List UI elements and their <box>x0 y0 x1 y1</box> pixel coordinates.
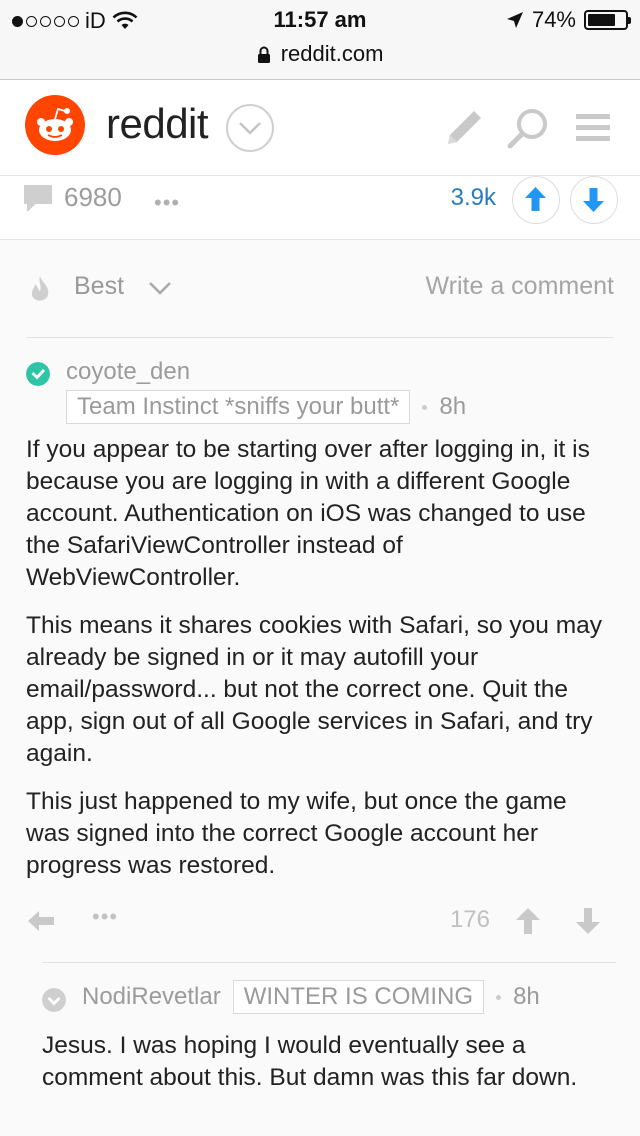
flame-icon <box>31 276 49 301</box>
site-header: reddit <box>0 80 640 176</box>
chevron-down-icon <box>239 122 261 135</box>
user-flair: WINTER IS COMING <box>232 980 485 1014</box>
upvote-button[interactable] <box>512 176 560 224</box>
comment-age: 8h <box>439 393 467 420</box>
address-bar[interactable]: reddit.com <box>0 40 640 80</box>
verified-check-icon <box>26 362 50 386</box>
status-bar: iD 11:57 am 74% <box>0 0 640 40</box>
location-arrow-icon <box>506 12 523 28</box>
upvote-arrow-icon <box>525 187 546 211</box>
downvote-arrow-icon <box>583 188 604 212</box>
chevron-down-icon[interactable] <box>146 278 174 298</box>
comment-paragraph: Jesus. I was hoping I would eventually s… <box>42 1032 578 1091</box>
separator-dot <box>496 994 502 1000</box>
separator-dot <box>422 404 428 410</box>
comment-paragraph: This means it shares cookies with Safari… <box>26 612 602 767</box>
comment-more-button[interactable]: ••• <box>92 904 118 930</box>
downvote-button[interactable] <box>570 176 618 224</box>
comment-count-button[interactable]: 6980 <box>22 182 122 213</box>
menu-icon[interactable] <box>572 104 620 152</box>
downvote-arrow-icon[interactable] <box>574 906 602 936</box>
upvote-arrow-icon[interactable] <box>514 906 542 936</box>
comment-age: 8h <box>513 983 540 1010</box>
collapse-chevron-icon[interactable] <box>42 988 66 1012</box>
battery-icon <box>584 10 631 30</box>
comment-score: 176 <box>449 906 490 933</box>
comment-sort-bar: Best Write a comment <box>26 268 614 338</box>
url-text: reddit.com <box>280 41 384 66</box>
post-score: 3.9k <box>450 184 496 211</box>
post-more-button[interactable]: ••• <box>154 190 180 216</box>
reddit-logo-icon[interactable] <box>24 94 86 156</box>
post-actions: 6980 ••• 3.9k <box>0 176 640 240</box>
comment-author[interactable]: coyote_den <box>66 358 190 386</box>
write-comment-link[interactable]: Write a comment <box>426 272 614 301</box>
pencil-icon[interactable] <box>440 104 488 152</box>
user-flair: Team Instinct *sniffs your butt* <box>66 390 411 424</box>
divider <box>42 962 616 963</box>
comment-author[interactable]: NodiRevetlar <box>82 983 221 1011</box>
reply-arrow-icon[interactable] <box>26 908 56 934</box>
comment-actions: ••• 176 <box>26 900 616 944</box>
battery-percent: 74% <box>531 7 576 32</box>
comment-paragraph: If you appear to be starting over after … <box>26 436 590 591</box>
search-icon[interactable] <box>504 104 552 152</box>
subreddit-menu-button[interactable] <box>226 104 274 152</box>
comment-body: If you appear to be starting over after … <box>26 434 616 882</box>
comment-body: Jesus. I was hoping I would eventually s… <box>42 1030 616 1110</box>
comment-paragraph: This just happened to my wife, but once … <box>26 788 567 879</box>
reddit-wordmark[interactable]: reddit <box>106 100 209 148</box>
sort-label[interactable]: Best <box>74 272 124 301</box>
lock-icon <box>257 46 270 64</box>
comment: coyote_den Team Instinct *sniffs your bu… <box>26 356 616 898</box>
comment-count: 6980 <box>64 182 122 212</box>
comment-reply: NodiRevetlar WINTER IS COMING 8h Jesus. … <box>42 980 616 1091</box>
comment-bubble-icon <box>24 184 52 211</box>
